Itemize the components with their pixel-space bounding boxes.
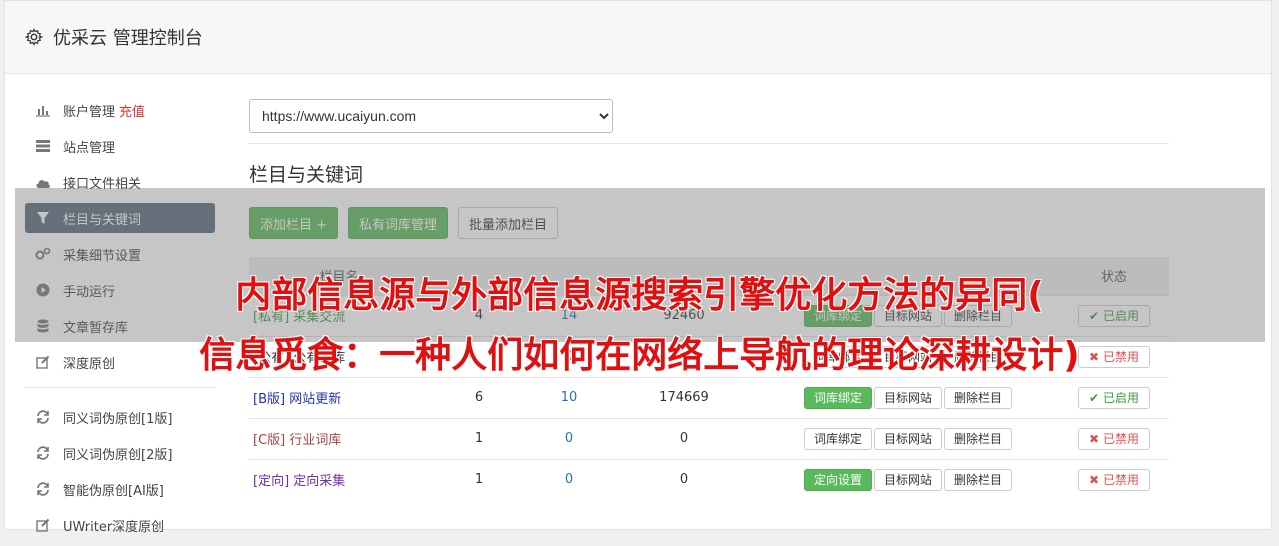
operations-cell: 定向设置 目标网站 删除栏目 — [759, 458, 1059, 500]
bind-library-button[interactable]: 定向设置 — [803, 468, 872, 491]
page-title: 优采云 管理控制台 — [53, 28, 203, 49]
table-row: [B版] 网站更新 6 10 174669 词库绑定 目标网站 删除栏目 ✔ 已启用 — [249, 376, 1169, 418]
column-tag: [B版] — [253, 392, 286, 407]
count-cell: 1 — [429, 458, 529, 500]
status-cell: ✔ 已启用 — [1059, 376, 1169, 418]
overlay-title-line1: 内部信息源与外部信息源搜索引擎优化方法的异同( — [235, 275, 1044, 316]
overlay-title-line2: 信息觅食：一种人们如何在网络上导航的理论深耕设计) — [199, 335, 1080, 376]
status-toggle[interactable]: ✔ 已启用 — [1078, 386, 1150, 409]
delete-column-button[interactable]: 删除栏目 — [944, 427, 1013, 450]
overlay-banner-bg — [15, 188, 1265, 342]
sidebar-item-account[interactable]: 账户管理 充值 — [25, 95, 215, 125]
total-cell: 174669 — [609, 376, 759, 418]
count-cell: 1 — [429, 417, 529, 459]
sidebar-item-label: 同义词伪原创[2版] — [63, 447, 173, 463]
status-label: 已启用 — [1102, 390, 1139, 405]
table-row: [C版] 行业词库 1 0 0 词库绑定 目标网站 删除栏目 ✖ 已禁用 — [249, 417, 1169, 459]
server-icon — [35, 139, 51, 153]
target-site-button[interactable]: 目标网站 — [873, 468, 942, 491]
sidebar-item-synonym-v2[interactable]: 同义词伪原创[2版] — [25, 438, 215, 468]
count-link[interactable]: 0 — [529, 417, 609, 459]
target-site-button[interactable]: 目标网站 — [873, 427, 942, 450]
recharge-link[interactable]: 充值 — [119, 101, 145, 120]
bind-library-button[interactable]: 词库绑定 — [803, 427, 872, 450]
count-link[interactable]: 0 — [529, 458, 609, 500]
total-cell: 0 — [609, 458, 759, 500]
cloud-upload-icon — [35, 175, 51, 189]
column-tag: [定向] — [253, 474, 290, 489]
count-link[interactable]: 10 — [529, 376, 609, 418]
refresh-icon — [35, 410, 51, 424]
operations-cell: 词库绑定 目标网站 删除栏目 — [759, 376, 1059, 418]
count-cell: 6 — [429, 376, 529, 418]
bar-chart-icon — [35, 103, 51, 117]
table-row: [定向] 定向采集 1 0 0 定向设置 目标网站 删除栏目 ✖ 已禁用 — [249, 458, 1169, 500]
sidebar-item-label: 站点管理 — [63, 140, 116, 156]
column-name-cell[interactable]: [B版] 网站更新 — [249, 376, 429, 418]
status-label: 已禁用 — [1102, 472, 1139, 487]
x-icon: ✖ — [1089, 431, 1100, 446]
column-name-cell[interactable]: [定向] 定向采集 — [249, 458, 429, 500]
status-label: 已禁用 — [1102, 431, 1139, 446]
delete-column-button[interactable]: 删除栏目 — [944, 386, 1013, 409]
delete-column-button[interactable]: 删除栏目 — [944, 468, 1013, 491]
status-cell: ✖ 已禁用 — [1059, 458, 1169, 500]
column-name-cell[interactable]: [C版] 行业词库 — [249, 417, 429, 459]
column-name[interactable]: 网站更新 — [289, 392, 341, 407]
sidebar-item-label: 智能伪原创[AI版] — [63, 483, 164, 499]
sidebar-divider — [25, 387, 215, 388]
operations-cell: 词库绑定 目标网站 删除栏目 — [759, 417, 1059, 459]
sidebar-item-sites[interactable]: 站点管理 — [25, 131, 215, 161]
column-name[interactable]: 定向采集 — [293, 474, 345, 489]
refresh-icon — [35, 482, 51, 496]
x-icon: ✖ — [1089, 472, 1100, 487]
column-tag: [C版] — [253, 433, 286, 448]
sidebar-item-label: 账户管理 — [63, 104, 116, 120]
status-cell: ✖ 已禁用 — [1059, 417, 1169, 459]
site-select[interactable]: https://www.ucaiyun.com — [249, 99, 613, 133]
sidebar-item-label: UWriter深度原创 — [63, 519, 165, 535]
sidebar-item-ai-original[interactable]: 智能伪原创[AI版] — [25, 474, 215, 504]
check-icon: ✔ — [1089, 390, 1100, 405]
refresh-icon — [35, 446, 51, 460]
section-title: 栏目与关键词 — [249, 143, 1169, 187]
total-cell: 0 — [609, 417, 759, 459]
target-site-button[interactable]: 目标网站 — [873, 386, 942, 409]
sidebar-item-label: 同义词伪原创[1版] — [63, 411, 173, 427]
column-name[interactable]: 行业词库 — [289, 433, 341, 448]
sidebar-item-uwriter[interactable]: UWriter深度原创 — [25, 510, 215, 540]
bind-library-button[interactable]: 词库绑定 — [803, 386, 872, 409]
panel-header: 优采云 管理控制台 — [5, 1, 1271, 74]
status-toggle[interactable]: ✖ 已禁用 — [1078, 468, 1150, 491]
sidebar-item-synonym-v1[interactable]: 同义词伪原创[1版] — [25, 402, 215, 432]
status-toggle[interactable]: ✖ 已禁用 — [1078, 427, 1150, 450]
gear-icon — [25, 28, 43, 46]
